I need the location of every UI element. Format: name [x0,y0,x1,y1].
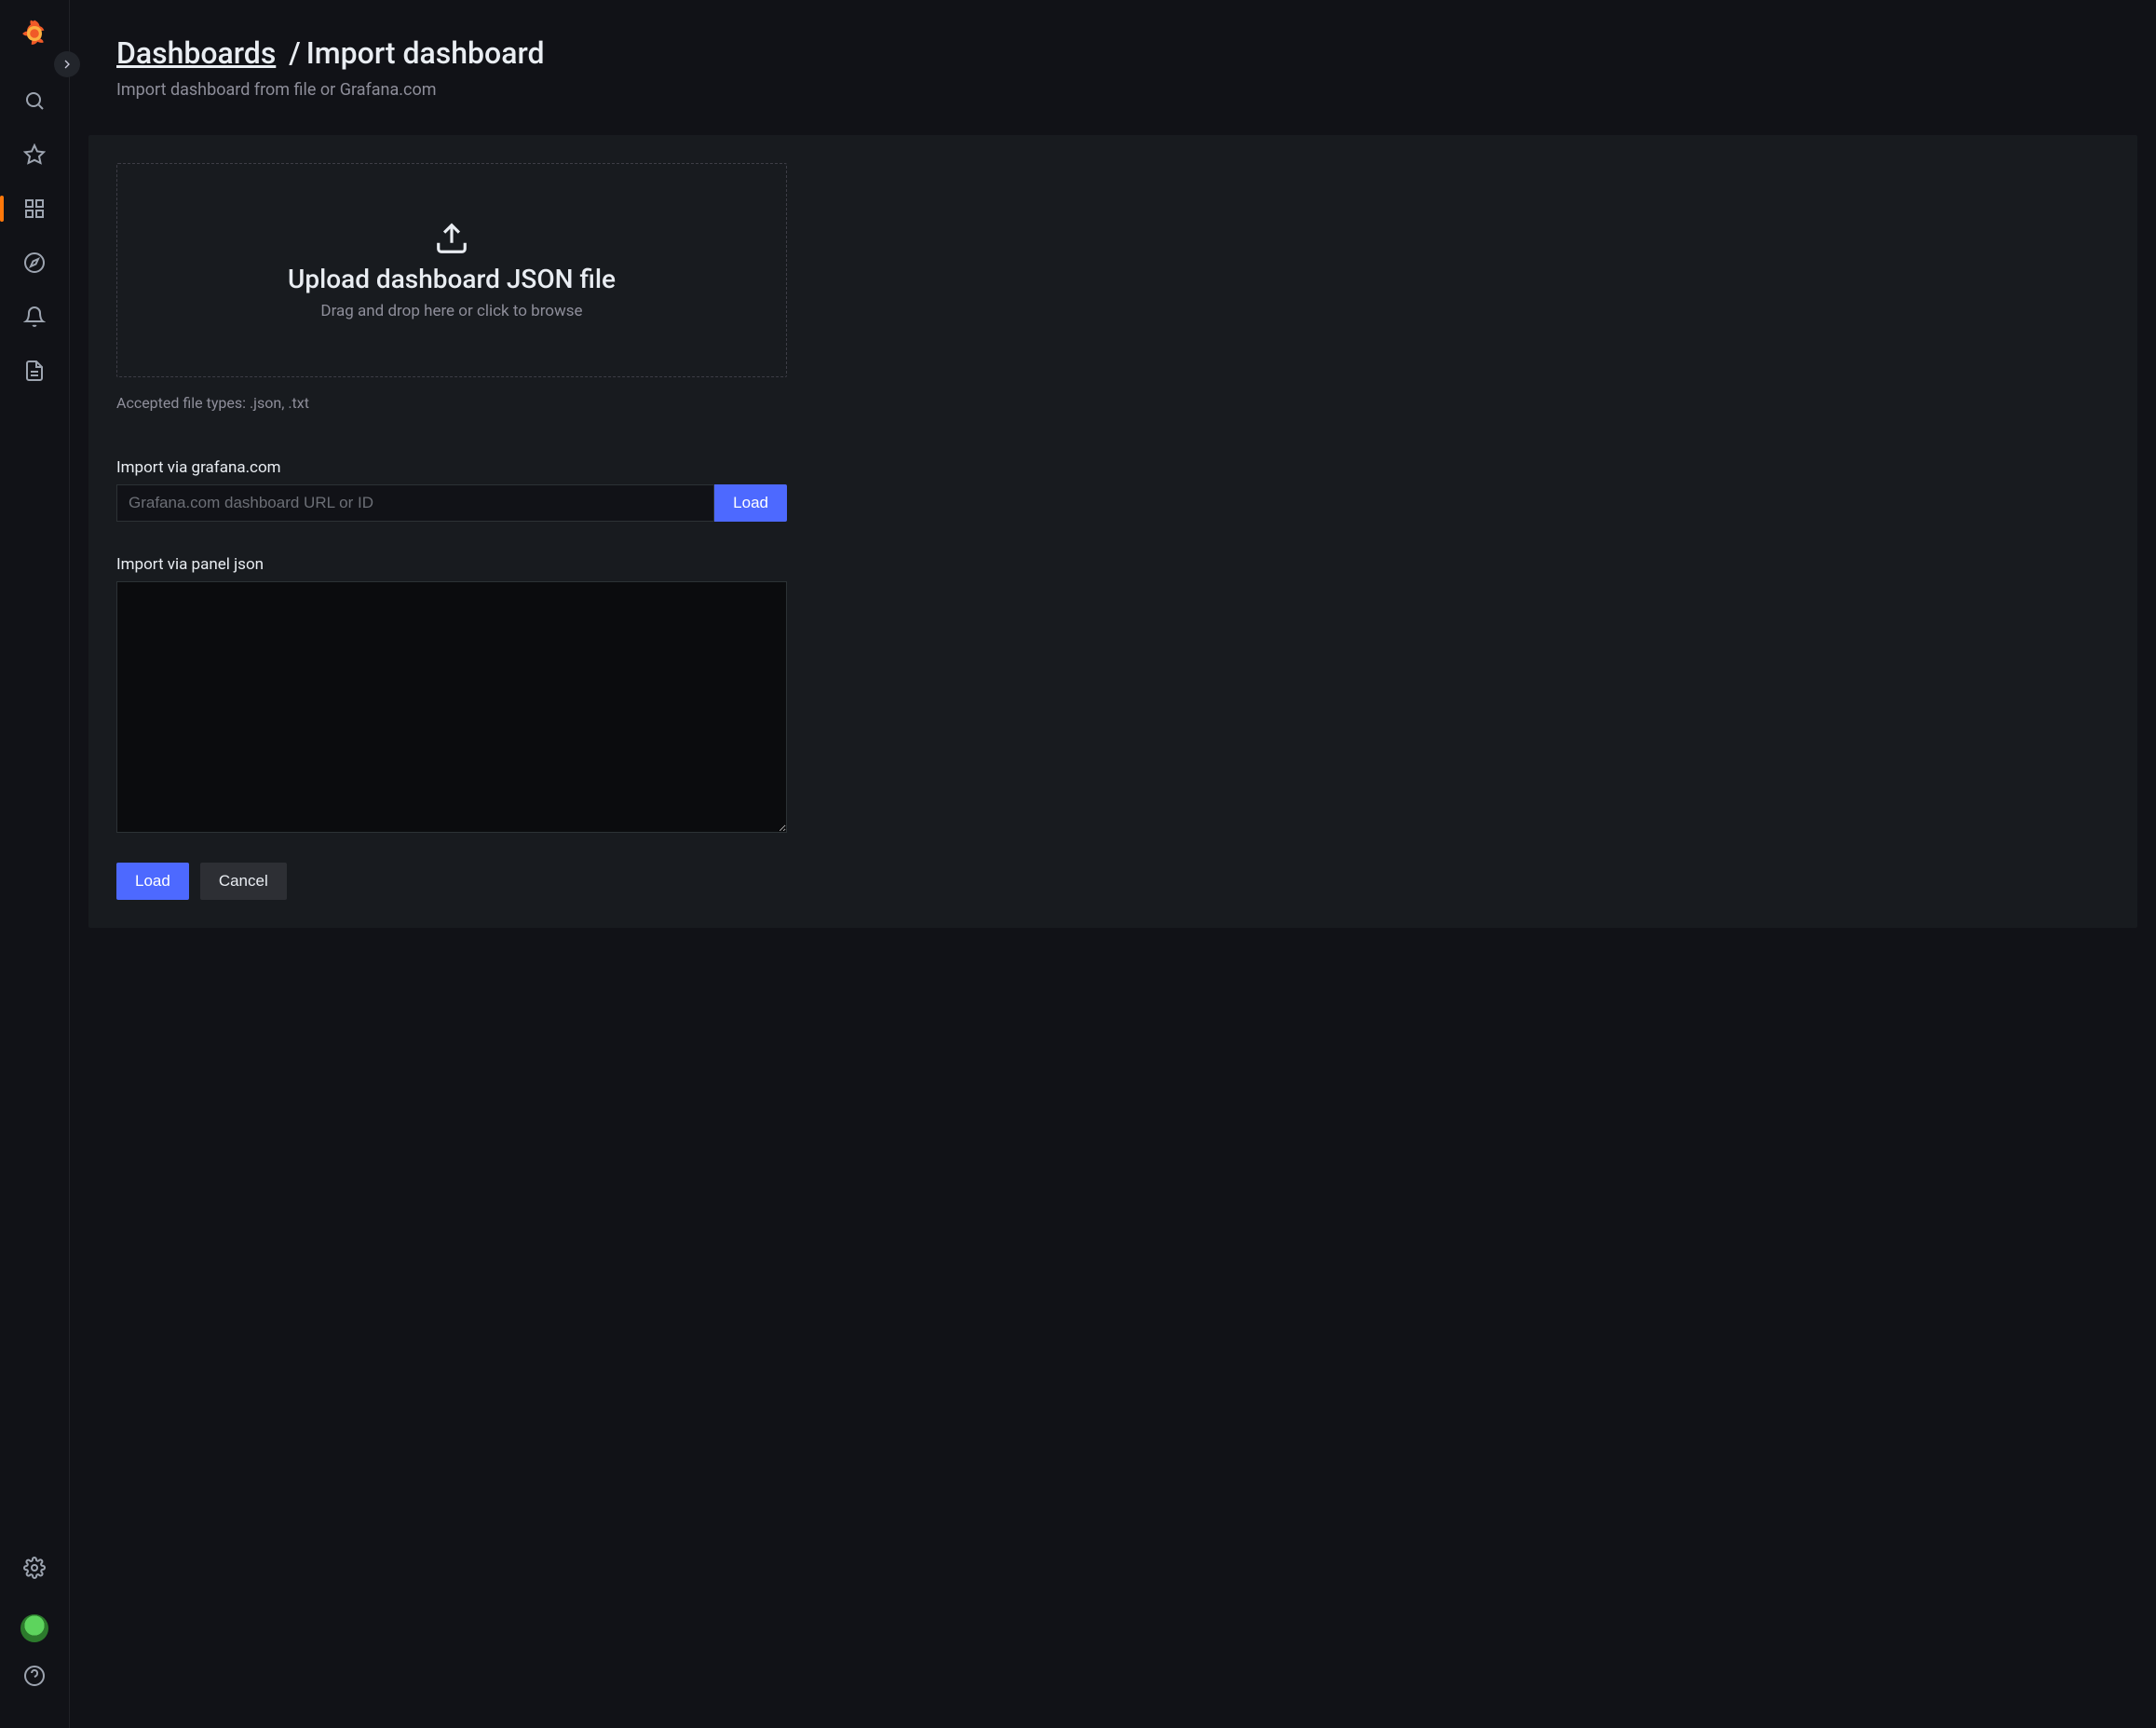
breadcrumb-current: Import dashboard [306,35,545,71]
import-url-label: Import via grafana.com [116,458,787,477]
expand-sidebar-button[interactable] [54,51,80,77]
user-avatar[interactable] [20,1614,48,1642]
dropzone-subtitle: Drag and drop here or click to browse [320,302,582,320]
main-content: Dashboards /Import dashboard Import dash… [70,0,2156,1728]
breadcrumb-root-link[interactable]: Dashboards [116,35,276,71]
nav-starred[interactable] [14,134,55,175]
nav-help[interactable] [14,1655,55,1696]
grafana-logo[interactable] [20,19,49,52]
upload-icon [434,221,469,256]
nav-alerting[interactable] [14,296,55,337]
breadcrumb-separator: / [283,35,305,71]
dropzone-title: Upload dashboard JSON file [288,264,616,294]
nav-settings[interactable] [14,1547,55,1588]
load-button[interactable]: Load [116,863,189,900]
import-json-label: Import via panel json [116,555,787,574]
breadcrumb: Dashboards /Import dashboard [116,35,2109,71]
panel-json-textarea[interactable] [116,581,787,833]
load-url-button[interactable]: Load [714,484,787,522]
page-subtitle: Import dashboard from file or Grafana.co… [116,80,2109,100]
cancel-button[interactable]: Cancel [200,863,287,900]
import-panel: Upload dashboard JSON file Drag and drop… [88,135,2137,928]
nav-search[interactable] [14,80,55,121]
page-header: Dashboards /Import dashboard Import dash… [70,0,2156,116]
upload-dropzone[interactable]: Upload dashboard JSON file Drag and drop… [116,163,787,377]
accepted-file-types: Accepted file types: .json, .txt [116,394,787,412]
nav-dashboards[interactable] [14,188,55,229]
nav-explore[interactable] [14,242,55,283]
nav-admin[interactable] [14,350,55,391]
sidebar [0,0,70,1728]
grafana-url-input[interactable] [116,484,714,522]
